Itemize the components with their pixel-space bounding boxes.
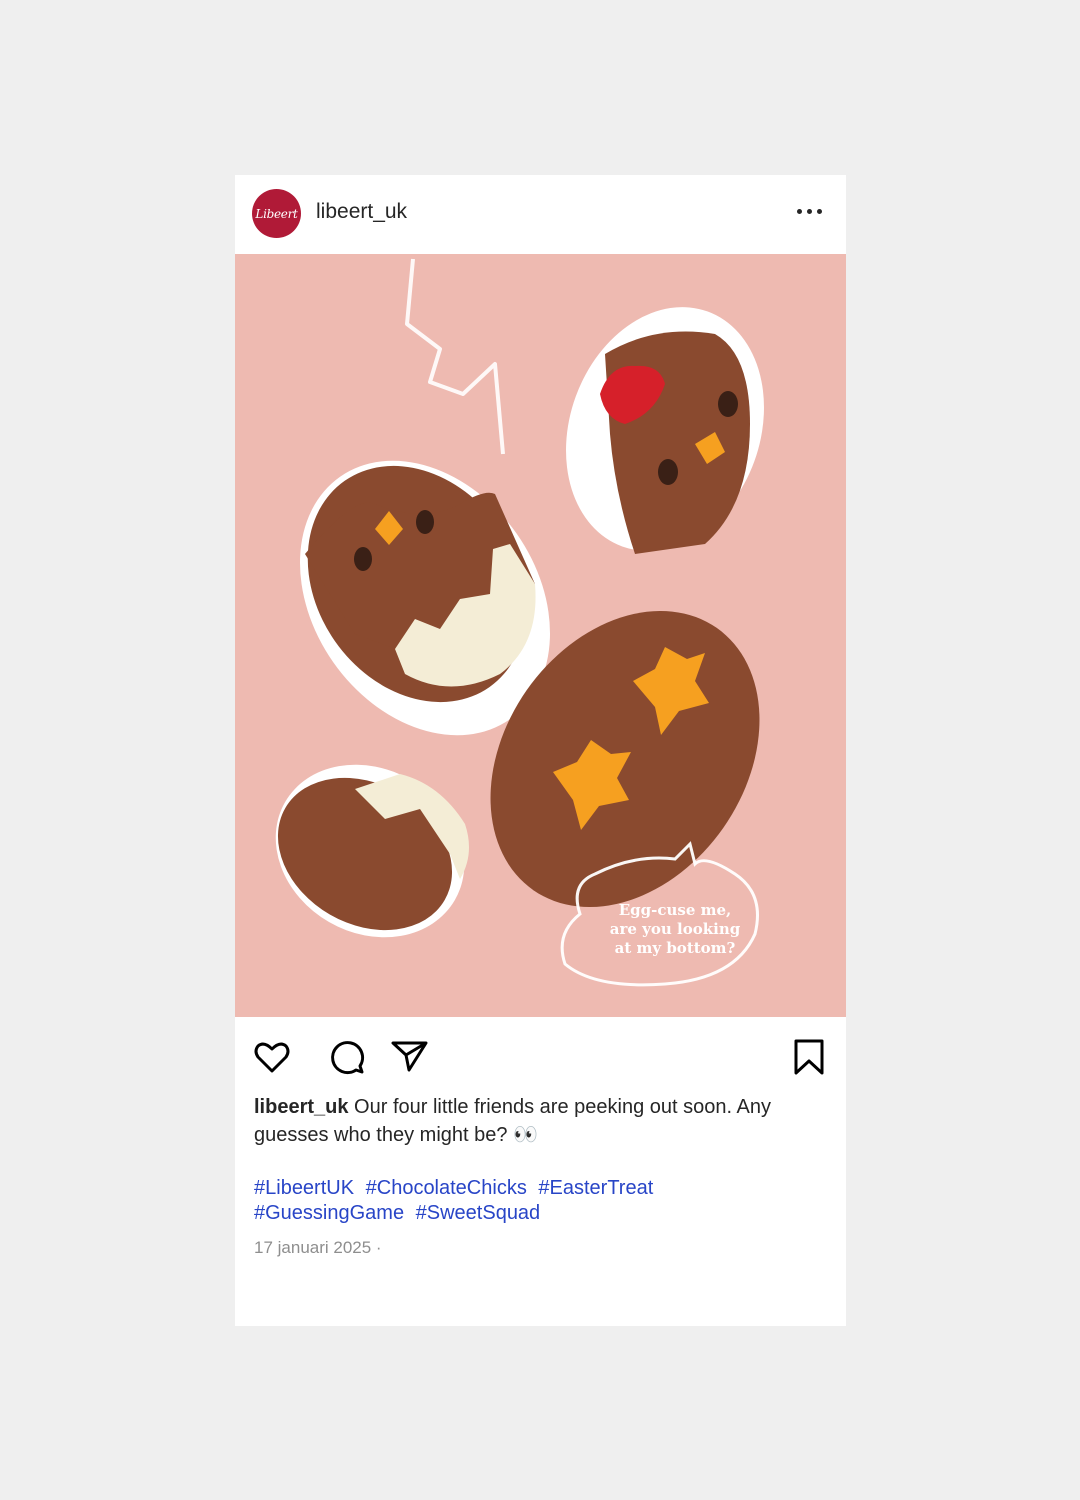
egg-hen <box>566 307 764 554</box>
overlay-line-3: at my bottom? <box>615 939 736 957</box>
avatar[interactable]: Libeert <box>252 189 301 238</box>
lightning-scribble <box>405 258 505 455</box>
overlay-line-1: Egg-cuse me, <box>619 901 732 919</box>
more-icon[interactable] <box>797 204 827 218</box>
post-card: Libeert libeert_uk Egg-cuse me, are you … <box>235 175 846 1326</box>
hashtag-list: #LibeertUK #ChocolateChicks #EasterTreat… <box>254 1176 814 1226</box>
post-image[interactable]: Egg-cuse me, are you looking at my botto… <box>235 254 846 1017</box>
share-icon[interactable] <box>390 1037 430 1077</box>
bookmark-icon[interactable] <box>790 1037 830 1077</box>
hashtag[interactable]: #EasterTreat <box>538 1177 653 1199</box>
hashtag[interactable]: #SweetSquad <box>416 1202 541 1224</box>
caption-username[interactable]: libeert_uk <box>254 1096 348 1118</box>
action-bar <box>235 1017 846 1087</box>
overlay-line-2: are you looking <box>610 920 741 938</box>
comment-icon[interactable] <box>327 1037 367 1077</box>
post-username[interactable]: libeert_uk <box>316 200 407 224</box>
post-header: Libeert libeert_uk <box>235 175 846 254</box>
hashtag[interactable]: #LibeertUK <box>254 1177 354 1199</box>
hashtag[interactable]: #GuessingGame <box>254 1202 404 1224</box>
hashtag[interactable]: #ChocolateChicks <box>366 1177 527 1199</box>
egg-chick-bottom <box>275 764 469 938</box>
heart-icon[interactable] <box>252 1037 292 1077</box>
avatar-logo-text: Libeert <box>255 206 298 221</box>
post-date: 17 januari 2025 · <box>254 1238 382 1257</box>
caption: libeert_uk Our four little friends are p… <box>254 1093 824 1149</box>
